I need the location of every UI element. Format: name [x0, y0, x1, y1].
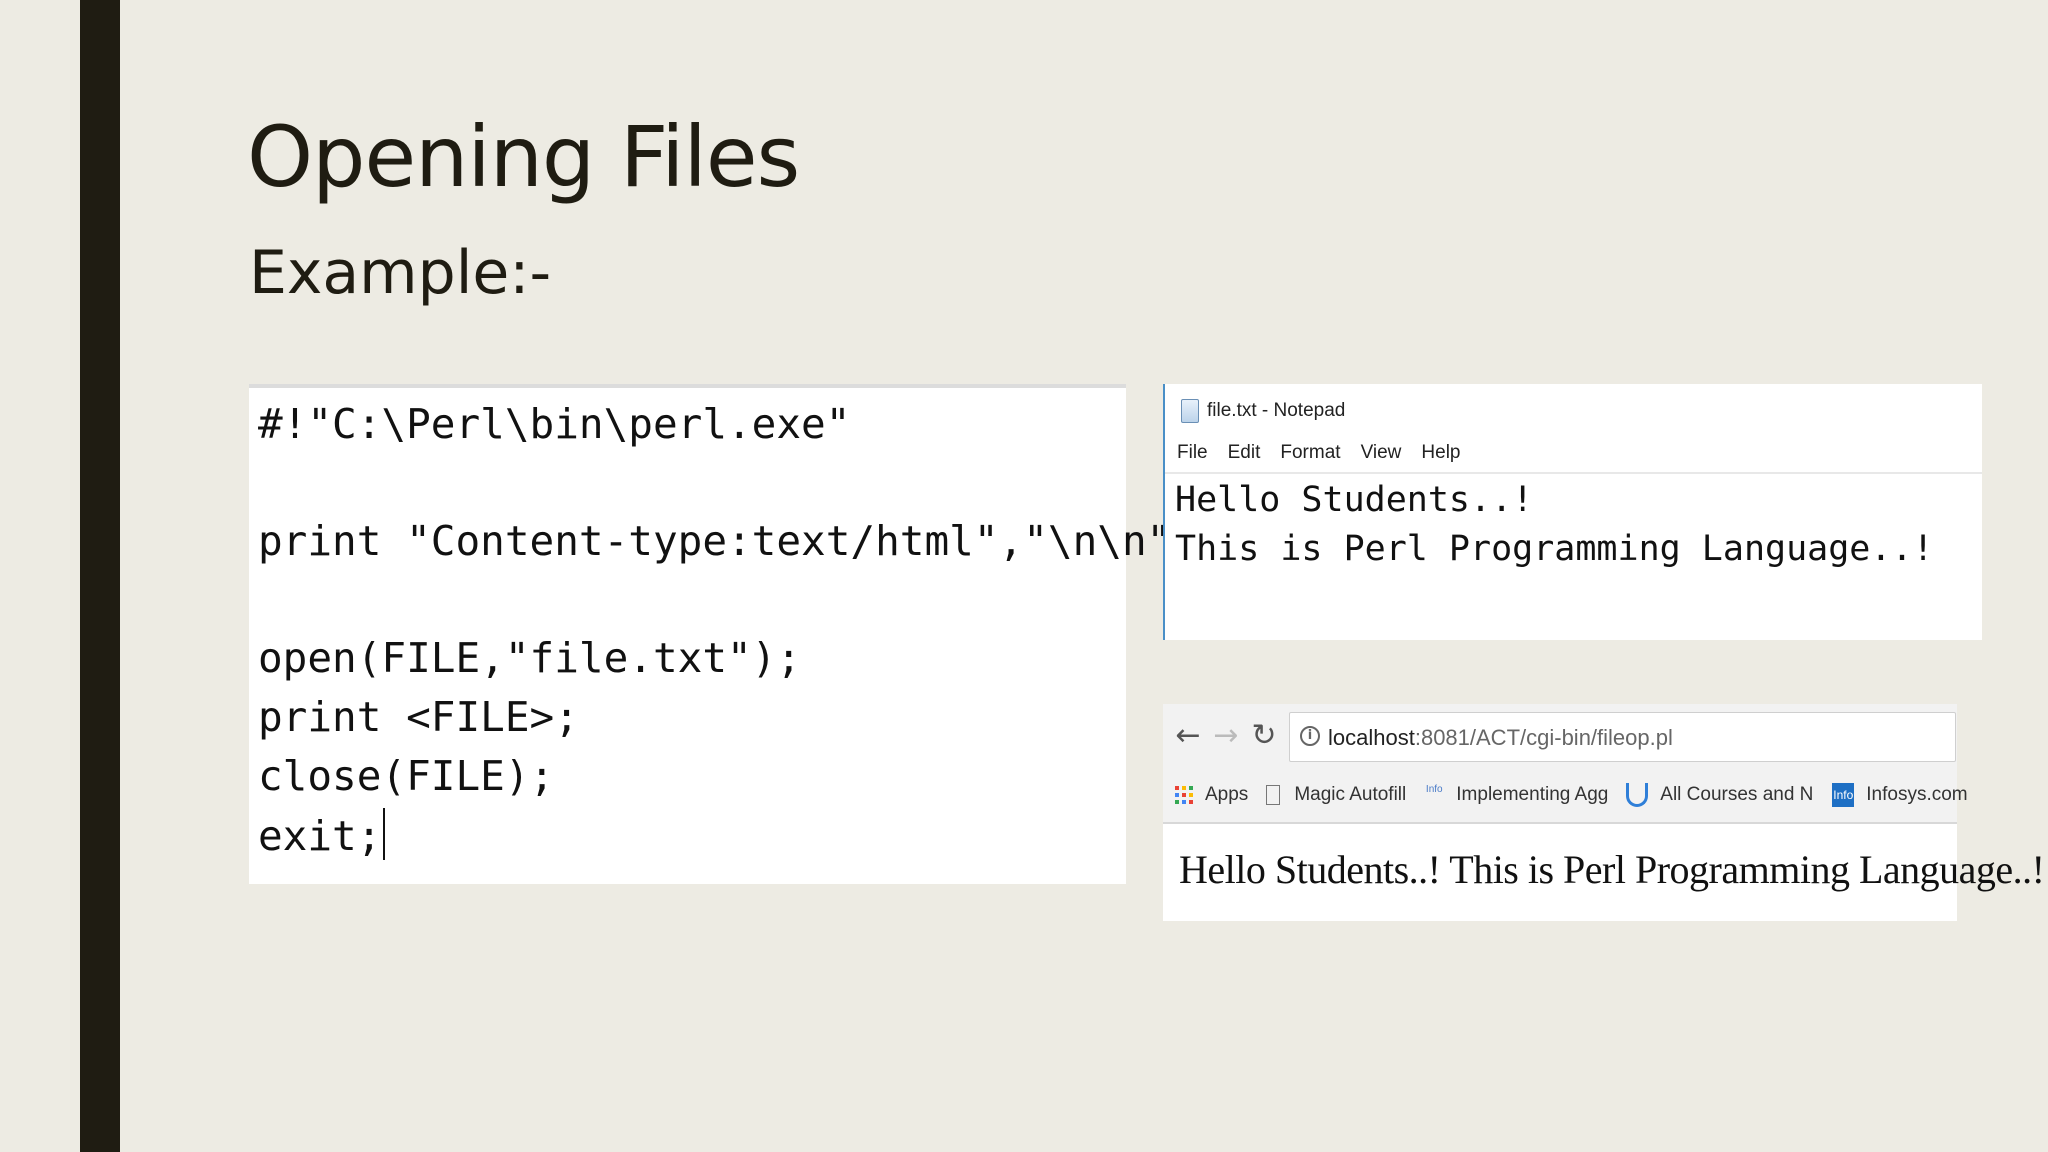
back-arrow-icon[interactable]: ← [1173, 718, 1203, 753]
url-host: localhost [1328, 725, 1415, 750]
bookmark-apps[interactable]: Apps [1175, 784, 1248, 806]
browser-divider [1163, 822, 1957, 824]
code-line: exit; [258, 812, 382, 860]
notepad-separator [1165, 472, 1982, 474]
code-line: #!"C:\Perl\bin\perl.exe" [258, 400, 851, 448]
text-caret [383, 808, 386, 860]
apps-icon [1175, 786, 1193, 804]
notepad-title: file.txt - Notepad [1207, 400, 1346, 421]
menu-format[interactable]: Format [1280, 442, 1340, 464]
info-icon: Info [1425, 784, 1443, 795]
bookmark-label: Implementing Aggreg [1456, 784, 1609, 805]
url-path: :8081/ACT/cgi-bin/fileop.pl [1414, 725, 1673, 750]
code-line-last: exit; [258, 808, 386, 860]
menu-edit[interactable]: Edit [1228, 442, 1261, 464]
menu-help[interactable]: Help [1421, 442, 1460, 464]
slide-subtitle: Example:- [249, 238, 552, 308]
url-text: localhost:8081/ACT/cgi-bin/fileop.pl [1328, 725, 1673, 751]
page-content: Hello Students..! This is Perl Programmi… [1179, 847, 2045, 892]
infosys-icon: Info [1832, 783, 1855, 807]
bookmark-magic-autofill[interactable]: Magic Autofill [1266, 784, 1406, 806]
bookmarks-bar: Apps Magic Autofill Info Implementing Ag… [1175, 780, 1986, 810]
notepad-window: file.txt - Notepad File Edit Format View… [1163, 384, 1982, 640]
slide-side-bar [80, 0, 120, 1152]
bookmark-all-courses[interactable]: All Courses and Nanc [1626, 783, 1814, 807]
bookmark-label: Infosys.com [1866, 784, 1968, 805]
code-line: close(FILE); [258, 752, 555, 800]
reload-icon[interactable]: ↻ [1249, 718, 1279, 753]
info-icon[interactable]: i [1300, 726, 1320, 746]
forward-arrow-icon[interactable]: → [1211, 718, 1241, 753]
code-line: print "Content-type:text/html","\n\n"; [258, 517, 1196, 565]
notepad-titlebar: file.txt - Notepad [1181, 396, 1345, 426]
bookmark-infosys[interactable]: Info Infosys.com [1832, 783, 1968, 807]
code-line: open(FILE,"file.txt"); [258, 634, 802, 682]
notepad-text-line[interactable]: Hello Students..! [1175, 480, 1533, 520]
bookmark-label: Magic Autofill [1294, 784, 1407, 805]
menu-view[interactable]: View [1361, 442, 1402, 464]
browser-window: ← → ↻ i localhost:8081/ACT/cgi-bin/fileo… [1163, 704, 2045, 921]
menu-file[interactable]: File [1177, 442, 1208, 464]
bookmark-implementing-aggregation[interactable]: Info Implementing Aggreg [1424, 784, 1608, 806]
address-bar[interactable]: i localhost:8081/ACT/cgi-bin/fileop.pl [1289, 712, 1956, 762]
code-line: print <FILE>; [258, 693, 579, 741]
slide-title: Opening Files [247, 108, 800, 206]
page-icon [1266, 785, 1281, 805]
notepad-menu: File Edit Format View Help [1177, 442, 1460, 464]
notepad-icon [1181, 399, 1199, 423]
notepad-text-line[interactable]: This is Perl Programming Language..! [1175, 529, 1934, 569]
code-panel: #!"C:\Perl\bin\perl.exe" print "Content-… [249, 384, 1196, 884]
bookmark-label: All Courses and Nanc [1660, 784, 1814, 805]
udacity-icon [1626, 783, 1649, 807]
bookmark-label: Apps [1205, 784, 1249, 805]
browser-toolbar: ← → ↻ i localhost:8081/ACT/cgi-bin/fileo… [1163, 704, 1968, 822]
